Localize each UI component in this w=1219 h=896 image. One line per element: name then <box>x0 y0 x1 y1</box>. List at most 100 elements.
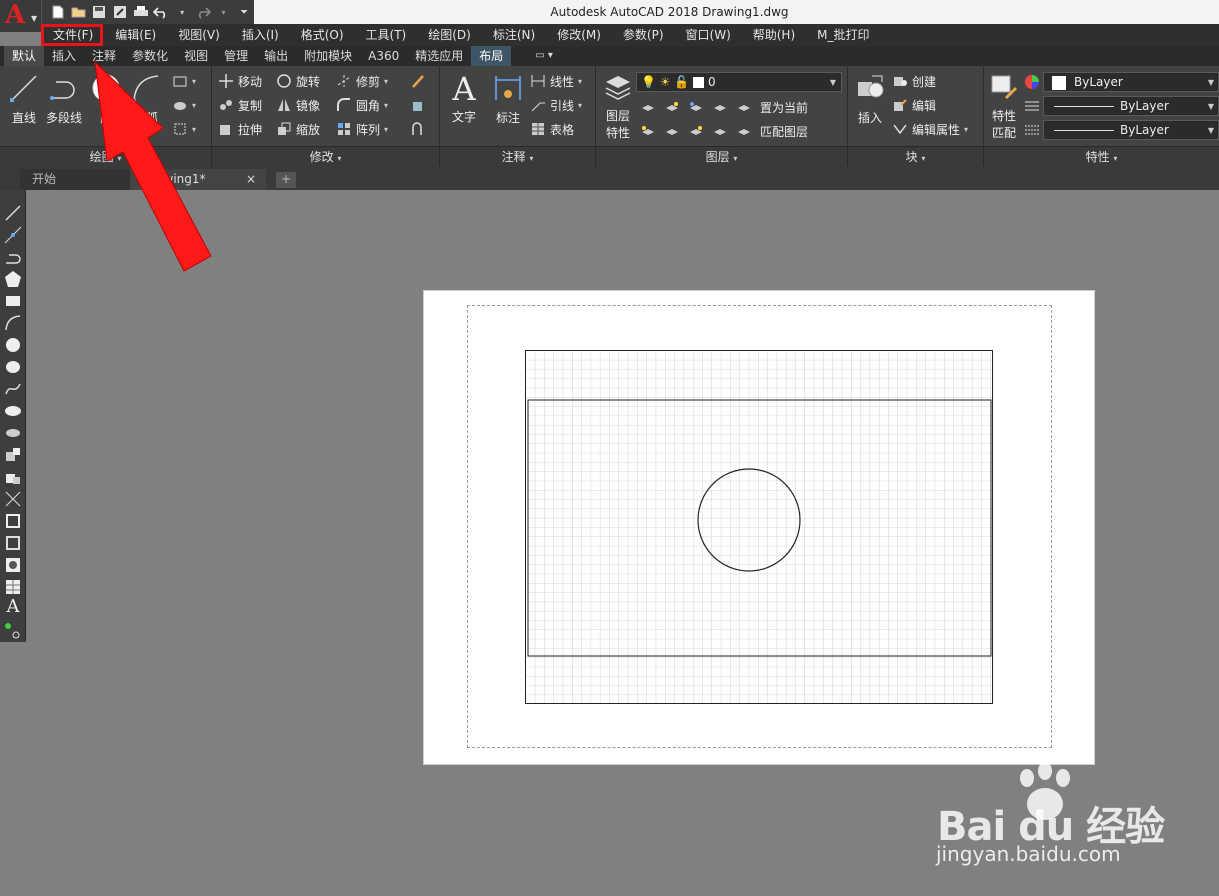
linear-dimension-icon <box>531 75 545 87</box>
menu-draw[interactable]: 绘图(D) <box>417 24 482 46</box>
insert-block-tool-icon[interactable] <box>4 446 22 464</box>
rectangle-tool-icon[interactable] <box>4 292 22 310</box>
polygon-icon[interactable] <box>4 270 22 288</box>
revision-cloud-icon[interactable] <box>4 358 22 376</box>
customize-qat-icon[interactable]: ⏷ <box>234 2 254 22</box>
text-button[interactable]: A 文字 <box>444 72 484 125</box>
linetype-dropdown[interactable]: ByLayer ▼ <box>1043 96 1219 116</box>
layer-unisolate-icon[interactable] <box>664 123 680 139</box>
layer-unlock-icon[interactable] <box>712 123 728 139</box>
menu-help[interactable]: 帮助(H) <box>742 24 806 46</box>
layer-tools-row-2: 匹配图层 <box>640 120 808 142</box>
line-tool-icon[interactable] <box>4 204 22 222</box>
menu-modify[interactable]: 修改(M) <box>546 24 612 46</box>
new-file-icon[interactable] <box>48 2 68 22</box>
redo-dropdown-icon[interactable]: ▾ <box>214 2 234 22</box>
lineweight-dropdown[interactable]: ByLayer ▼ <box>1043 120 1219 140</box>
ellipse-icon[interactable] <box>4 402 22 420</box>
application-menu-button[interactable]: A ▼ <box>0 0 42 32</box>
scale-button[interactable]: 缩放 <box>276 118 320 140</box>
erase-button[interactable] <box>410 70 426 92</box>
polyline-tool-icon[interactable] <box>4 248 22 266</box>
table-button[interactable]: 表格 <box>530 118 574 140</box>
insert-block-button[interactable]: 插入 <box>850 72 890 126</box>
region-icon[interactable] <box>4 556 22 574</box>
mirror-button[interactable]: 镜像 <box>276 94 320 116</box>
make-current-icon[interactable] <box>736 99 752 115</box>
polyline-button[interactable]: 多段线 <box>42 72 86 126</box>
create-block-button[interactable]: 创建 <box>892 70 936 92</box>
block-panel-label[interactable]: 块 ▾ <box>848 146 983 166</box>
layer-dropdown[interactable]: 💡 ☀ 🔓 0 ▼ <box>636 72 842 92</box>
tab-a360[interactable]: A360 <box>360 46 407 66</box>
circle-tool-icon[interactable] <box>4 336 22 354</box>
menu-format[interactable]: 格式(O) <box>290 24 355 46</box>
rotate-button[interactable]: 旋转 <box>276 70 320 92</box>
construction-line-icon[interactable] <box>4 226 22 244</box>
table-tool-icon[interactable] <box>4 578 22 596</box>
save-as-icon[interactable] <box>110 2 130 22</box>
layer-thaw-icon[interactable] <box>688 123 704 139</box>
trim-button[interactable]: 修剪 ▾ <box>336 70 388 92</box>
layer-isolate-icon[interactable] <box>664 99 680 115</box>
spline-icon[interactable] <box>4 380 22 398</box>
close-tab-icon[interactable]: × <box>246 169 256 190</box>
make-block-icon[interactable] <box>4 468 22 486</box>
layer-on-icon[interactable] <box>640 123 656 139</box>
edit-attribute-button[interactable]: 编辑属性 ▾ <box>892 118 968 140</box>
modify-panel-label[interactable]: 修改 ▾ <box>212 146 439 166</box>
annotation-panel-label[interactable]: 注释 ▾ <box>440 146 595 166</box>
menu-batch-plot[interactable]: M_批打印 <box>806 24 880 46</box>
viewport-drawing[interactable] <box>525 350 993 704</box>
edit-block-button[interactable]: 编辑 <box>892 94 936 116</box>
color-dropdown[interactable]: ByLayer ▼ <box>1043 72 1219 92</box>
point-icon[interactable] <box>4 490 22 508</box>
offset-button[interactable] <box>410 118 426 140</box>
menu-tools[interactable]: 工具(T) <box>355 24 418 46</box>
open-folder-icon[interactable] <box>69 2 89 22</box>
explode-button[interactable] <box>410 94 426 116</box>
match-properties-button[interactable]: 特性 匹配 <box>984 72 1024 141</box>
redo-icon[interactable] <box>193 2 213 22</box>
save-icon[interactable] <box>89 2 109 22</box>
fillet-button[interactable]: 圆角 ▾ <box>336 94 388 116</box>
layer-off-icon[interactable] <box>640 99 656 115</box>
menu-insert[interactable]: 插入(I) <box>231 24 290 46</box>
undo-dropdown-icon[interactable]: ▾ <box>172 2 192 22</box>
menu-dimension[interactable]: 标注(N) <box>482 24 546 46</box>
layer-lock-icon[interactable] <box>712 99 728 115</box>
match-layer-icon[interactable] <box>736 123 752 139</box>
menu-window[interactable]: 窗口(W) <box>675 24 742 46</box>
polyline-icon <box>50 81 75 100</box>
properties-panel-label[interactable]: 特性 ▾ <box>984 146 1219 166</box>
array-button[interactable]: 阵列 ▾ <box>336 118 388 140</box>
linear-dim-button[interactable]: 线性 ▾ <box>530 70 582 92</box>
menu-parametric[interactable]: 参数(P) <box>612 24 675 46</box>
ellipse-arc-icon[interactable] <box>4 424 22 442</box>
dimension-button[interactable]: 标注 <box>488 72 528 126</box>
hatch-tool-icon[interactable] <box>4 512 22 530</box>
print-icon[interactable] <box>131 2 151 22</box>
gradient-icon[interactable] <box>4 534 22 552</box>
layer-properties-button[interactable]: 图层 特性 <box>598 72 638 141</box>
undo-icon[interactable] <box>152 2 172 22</box>
ribbon-minimize-icon[interactable]: ▭ ▾ <box>527 46 561 66</box>
tab-layout[interactable]: 布局 <box>471 46 512 66</box>
menu-view[interactable]: 视图(V) <box>167 24 231 46</box>
tab-insert[interactable]: 插入 <box>44 46 84 66</box>
new-tab-button[interactable]: + <box>276 172 296 188</box>
line-button[interactable]: 直线 <box>4 72 44 126</box>
tab-default[interactable]: 默认 <box>4 46 45 66</box>
layer-stack-icon <box>605 76 631 100</box>
layers-panel-label[interactable]: 图层 ▾ <box>596 146 847 166</box>
tab-featured-apps[interactable]: 精选应用 <box>407 46 471 66</box>
arc-tool-icon[interactable] <box>4 314 22 332</box>
add-selected-icon[interactable] <box>4 622 22 640</box>
tab-output[interactable]: 输出 <box>256 46 296 66</box>
leader-button[interactable]: 引线 ▾ <box>530 94 582 116</box>
multiline-text-icon[interactable]: A <box>4 598 22 616</box>
menu-edit[interactable]: 编辑(E) <box>104 24 167 46</box>
layer-freeze-icon[interactable] <box>688 99 704 115</box>
explode-cube-icon <box>413 102 422 111</box>
tab-addins[interactable]: 附加模块 <box>296 46 360 66</box>
